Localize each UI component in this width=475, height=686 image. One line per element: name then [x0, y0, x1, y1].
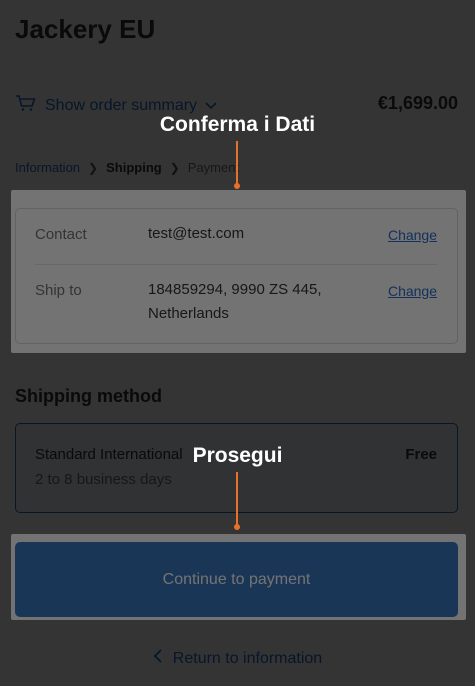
store-title: Jackery EU — [15, 14, 156, 44]
ship-to-line1: 184859294, 9990 ZS 445, — [148, 281, 322, 298]
ship-to-line2: Netherlands — [148, 305, 229, 322]
contact-value: test@test.com — [148, 225, 245, 242]
annotation-confirm-data: Conferma i Dati — [159, 113, 316, 136]
breadcrumb-payment: Payment — [187, 160, 240, 175]
breadcrumb-information[interactable]: Information — [15, 160, 80, 175]
contact-label: Contact — [35, 226, 87, 243]
divider — [35, 264, 437, 265]
annotation-pointer-dot — [234, 524, 240, 530]
order-total: €1,699.00 — [377, 93, 458, 113]
breadcrumb-shipping: Shipping — [106, 160, 162, 175]
shipping-method-eta: 2 to 8 business days — [35, 471, 172, 488]
change-contact-link[interactable]: Change — [388, 227, 437, 243]
change-ship-to-link[interactable]: Change — [388, 283, 437, 299]
return-to-information-link[interactable]: Return to information — [0, 649, 475, 668]
return-label: Return to information — [172, 649, 323, 667]
chevron-right-icon: ❯ — [169, 160, 180, 175]
annotation-pointer-line — [236, 472, 238, 526]
annotation-pointer-line — [236, 141, 238, 185]
order-summary-label: Show order summary — [45, 96, 198, 114]
chevron-right-icon: ❯ — [88, 160, 99, 175]
ship-to-label: Ship to — [35, 282, 82, 299]
continue-to-payment-button[interactable]: Continue to payment — [15, 542, 458, 617]
annotation-pointer-dot — [234, 183, 240, 189]
breadcrumb: Information ❯ Shipping ❯ Payment — [15, 160, 239, 175]
chevron-down-icon — [205, 97, 217, 115]
chevron-left-icon — [153, 649, 163, 668]
shipping-method-heading: Shipping method — [15, 386, 162, 406]
annotation-proceed: Prosegui — [192, 444, 283, 467]
